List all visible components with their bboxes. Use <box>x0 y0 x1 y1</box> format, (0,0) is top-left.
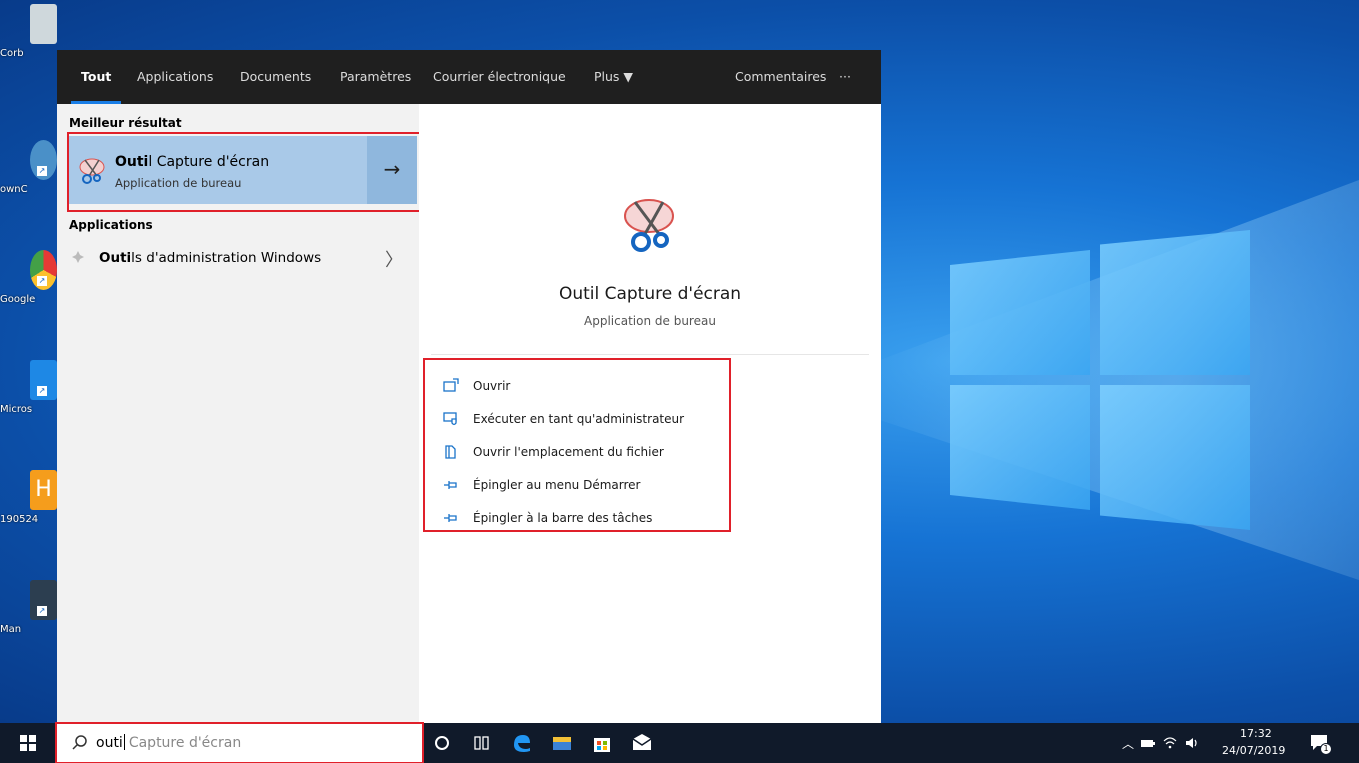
volume-icon[interactable] <box>1184 735 1200 751</box>
pin-icon <box>444 481 457 489</box>
shortcut-arrow-icon: ↗ <box>37 166 47 176</box>
action-pin-to-taskbar[interactable]: Épingler à la barre des tâches <box>443 506 723 532</box>
file-explorer-icon[interactable] <box>550 731 574 755</box>
detail-pane: Outil Capture d'écran Application de bur… <box>419 104 881 724</box>
app-result-windows-admin-tools[interactable]: Outils d'administration Windows 〉 <box>57 240 419 276</box>
more-options-button[interactable]: ··· <box>839 50 851 104</box>
tab-documents[interactable]: Documents <box>240 50 311 104</box>
app-result-label: Outils d'administration Windows <box>99 250 322 266</box>
start-button[interactable] <box>0 723 56 763</box>
feedback-link[interactable]: Commentaires <box>735 50 826 104</box>
notification-count-badge: 1 <box>1320 743 1332 755</box>
action-open-file-location[interactable]: Ouvrir l'emplacement du fichier <box>443 440 723 466</box>
mail-icon[interactable] <box>630 731 654 755</box>
action-open[interactable]: Ouvrir <box>443 374 723 400</box>
text-caret <box>123 734 125 750</box>
tab-email[interactable]: Courrier électronique <box>433 50 566 104</box>
desktop-icon-microsoft-edge[interactable]: ↗ Micros <box>0 360 57 440</box>
shortcut-arrow-icon: ↗ <box>37 276 47 286</box>
clock-date[interactable]: 24/07/2019 <box>1222 744 1285 757</box>
detail-divider <box>431 354 869 355</box>
tab-more[interactable]: Plus ▼ <box>594 50 633 104</box>
tab-all[interactable]: Tout <box>70 50 122 104</box>
open-icon <box>443 378 459 392</box>
snipping-tool-icon <box>79 158 105 184</box>
taskbar: outi Capture d'écran ︿ 17:32 24/07/2019 1 <box>0 722 1359 763</box>
desktop-icon-file[interactable]: H 190524 <box>0 470 57 550</box>
edge-browser-icon[interactable] <box>510 731 534 755</box>
action-run-as-admin[interactable]: Exécuter en tant qu'administrateur <box>443 407 723 433</box>
desktop-icon-google-chrome[interactable]: ↗ Google <box>0 250 57 330</box>
wifi-icon[interactable] <box>1162 735 1178 751</box>
action-center-button[interactable]: 1 <box>1308 731 1332 755</box>
admin-tools-icon <box>72 251 84 263</box>
windows-logo-wallpaper <box>950 230 1250 530</box>
h-file-icon: H <box>30 470 57 510</box>
detail-app-title: Outil Capture d'écran <box>558 284 742 304</box>
show-hidden-icons-chevron-icon[interactable]: ︿ <box>1122 735 1134 752</box>
tab-settings[interactable]: Paramètres <box>340 50 411 104</box>
windows-start-icon <box>20 735 36 751</box>
desktop-icon-owncloud[interactable]: ↗ ownC <box>0 140 57 220</box>
run-as-admin-icon <box>443 412 457 426</box>
action-pin-to-start[interactable]: Épingler au menu Démarrer <box>443 473 723 499</box>
snipping-tool-large-icon <box>624 199 674 252</box>
chevron-right-icon[interactable]: 〉 <box>385 246 403 272</box>
detail-app-subtitle: Application de bureau <box>584 314 716 328</box>
search-autocomplete-hint: Capture d'écran <box>128 735 242 751</box>
search-icon <box>72 735 87 750</box>
cortana-icon[interactable] <box>430 731 454 755</box>
best-match-heading: Meilleur résultat <box>69 116 182 130</box>
expand-details-arrow-icon[interactable]: → <box>367 136 417 204</box>
shortcut-arrow-icon: ↗ <box>37 386 47 396</box>
task-view-icon[interactable] <box>470 731 494 755</box>
search-panel: Tout Applications Documents Paramètres C… <box>57 50 881 724</box>
taskbar-search-box[interactable]: outi Capture d'écran <box>56 723 422 763</box>
desktop-icon-recycle-bin[interactable]: Corb <box>0 4 57 84</box>
best-match-title: Outil Capture d'écran <box>115 154 270 170</box>
battery-icon[interactable] <box>1140 735 1156 751</box>
file-location-icon <box>445 445 456 459</box>
best-match-result: Outil Capture d'écran Application de bur… <box>67 134 421 206</box>
best-match-item[interactable]: Outil Capture d'écran Application de bur… <box>67 136 367 204</box>
best-match-subtitle: Application de bureau <box>115 176 242 190</box>
search-filter-tabs: Tout Applications Documents Paramètres C… <box>57 50 881 104</box>
tab-applications[interactable]: Applications <box>137 50 213 104</box>
search-input[interactable]: outi Capture d'écran <box>96 734 241 751</box>
desktop-icon-app[interactable]: ↗ Man <box>0 580 57 660</box>
store-icon[interactable] <box>590 731 614 755</box>
recycle-bin-icon <box>30 4 57 44</box>
clock-time[interactable]: 17:32 <box>1240 727 1272 740</box>
applications-heading: Applications <box>69 218 153 232</box>
pin-icon <box>444 514 457 522</box>
shortcut-arrow-icon: ↗ <box>37 606 47 616</box>
